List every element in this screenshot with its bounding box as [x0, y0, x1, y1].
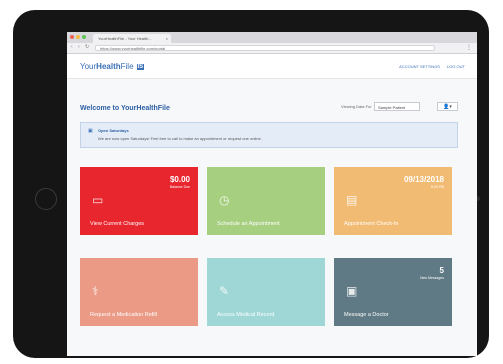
app-header: YourHealthFile IS ACCOUNT SETTINGS LOG OU…	[67, 54, 477, 79]
tile-label: Access Medical Record	[217, 312, 275, 318]
tile-appointment-check-in[interactable]: ▤ 09/13/2018 6:00 PM Appointment Check-In	[334, 167, 452, 235]
tile-stat: $0.00	[169, 175, 190, 184]
clipboard-icon: ▤	[346, 193, 358, 207]
monitor-icon: ▣	[346, 284, 358, 298]
patient-select[interactable]: Sample Patient	[374, 102, 420, 111]
browser-tabbar: YourHealthFile - Your Health... ×	[67, 32, 477, 43]
account-settings-link[interactable]: ACCOUNT SETTINGS	[399, 64, 440, 69]
address-bar-row: ‹ › ↻ https://www.yourhealthfile.com/por…	[67, 43, 477, 54]
logo-prefix: Your	[80, 62, 97, 71]
maximize-dot[interactable]	[82, 35, 86, 39]
logo-badge: IS	[136, 64, 145, 70]
tile-request-a-medication-refill[interactable]: ⚕ Request a Medication Refill	[80, 258, 198, 326]
screen: YourHealthFile - Your Health... × ‹ › ↻ …	[67, 32, 477, 356]
info-icon: ▣	[88, 128, 93, 134]
tile-schedule-an-appointment[interactable]: ◷ Schedule an Appointment	[207, 167, 325, 235]
pills-icon: ⚕	[92, 284, 99, 298]
tile-label: Request a Medication Refill	[90, 312, 157, 318]
tablet-frame: YourHealthFile - Your Health... × ‹ › ↻ …	[13, 10, 489, 358]
tile-label: Schedule an Appointment	[217, 221, 280, 227]
tab-title: YourHealthFile - Your Health...	[98, 36, 152, 41]
header-links: ACCOUNT SETTINGS LOG OUT	[399, 64, 465, 69]
alert-title: Open Saturdays	[98, 128, 129, 133]
tile-label: View Current Charges	[90, 221, 145, 227]
close-dot[interactable]	[70, 35, 74, 39]
window-controls	[70, 35, 86, 39]
minimize-dot[interactable]	[76, 35, 80, 39]
alert-body: We are now open Saturdays! Feel free to …	[98, 136, 262, 141]
browser-menu-icon[interactable]: ⋮	[466, 44, 472, 51]
browser-tab[interactable]: YourHealthFile - Your Health... ×	[93, 34, 171, 43]
reload-icon[interactable]: ↻	[85, 44, 89, 50]
back-icon[interactable]: ‹	[71, 44, 73, 50]
tile-message-a-doctor[interactable]: ▣ 5 New Messages Message a Doctor	[334, 258, 452, 326]
tile-label: Appointment Check-In	[344, 221, 399, 227]
alert-banner: ▣ Open Saturdays We are now open Saturda…	[80, 122, 458, 148]
clock-icon: ◷	[219, 193, 230, 207]
tile-stat-caption: 6:00 PM	[430, 185, 444, 189]
tile-label: Message a Doctor	[344, 312, 389, 318]
pen-icon: ✎	[219, 284, 230, 298]
url-input[interactable]: https://www.yourhealthfile.com/portal	[95, 45, 435, 51]
tile-stat-caption: Balance Due	[169, 185, 190, 189]
page-title: Welcome to YourHealthFile	[80, 105, 170, 112]
tile-stat: 09/13/2018	[403, 175, 444, 184]
tile-stat-caption: New Messages	[420, 276, 444, 280]
tile-view-current-charges[interactable]: ▭ $0.00 Balance Due View Current Charges	[80, 167, 198, 235]
home-button[interactable]	[35, 188, 57, 210]
logo[interactable]: YourHealthFile IS	[80, 62, 145, 71]
viewing-for-label: Viewing Data For	[341, 104, 372, 109]
logout-link[interactable]: LOG OUT	[447, 64, 465, 69]
logo-bold: Health	[96, 62, 121, 71]
tile-access-medical-record[interactable]: ✎ Access Medical Record	[207, 258, 325, 326]
tab-close-icon[interactable]: ×	[166, 34, 168, 43]
user-menu-button[interactable]: 👤▾	[437, 102, 458, 111]
card-icon: ▭	[92, 193, 104, 207]
forward-icon[interactable]: ›	[78, 44, 80, 50]
logo-suffix: File	[120, 62, 134, 71]
tile-stat: 5	[439, 266, 444, 275]
